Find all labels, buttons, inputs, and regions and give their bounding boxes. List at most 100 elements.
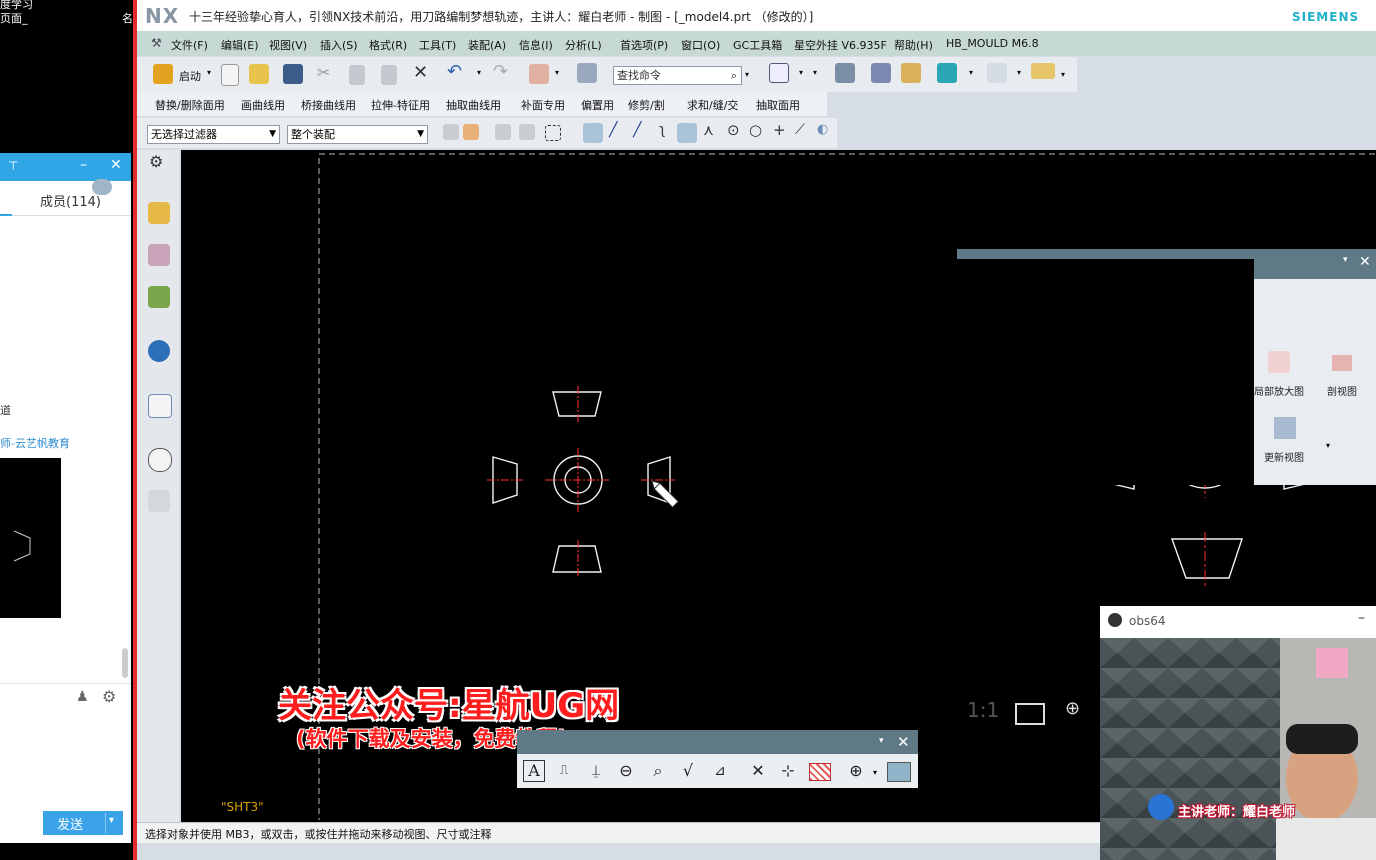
minimize-icon[interactable]: – <box>1358 610 1365 626</box>
layer-settings-icon[interactable] <box>835 63 855 83</box>
menu-icon[interactable]: ⚒ <box>151 36 162 50</box>
chevron-down-icon[interactable]: ▾ <box>813 68 817 77</box>
chevron-down-icon[interactable]: ▾ <box>1343 255 1348 265</box>
paste-icon[interactable] <box>381 65 397 85</box>
tb-unite[interactable]: 求和/缝/交 <box>687 97 738 113</box>
send-button[interactable]: 发送 ▾ <box>43 811 123 835</box>
wcs-icon[interactable] <box>987 63 1007 83</box>
chevron-down-icon[interactable]: ▾ <box>1061 70 1065 79</box>
menu-insert[interactable]: 插入(S) <box>320 37 358 53</box>
menu-gc-toolbox[interactable]: GC工具箱 <box>733 37 782 53</box>
fit-icon[interactable] <box>1015 703 1045 725</box>
section-view-label[interactable]: 剖视图 <box>1327 383 1357 398</box>
start-label[interactable]: 启动 <box>179 68 201 84</box>
fit-view-icon[interactable] <box>769 63 789 83</box>
snap-curve-icon[interactable]: ʅ <box>659 122 665 138</box>
balloon-icon[interactable]: ⌕ <box>647 760 669 782</box>
datum-target-icon[interactable]: ⊖ <box>615 760 637 782</box>
reuse-library-icon[interactable] <box>148 286 170 308</box>
chevron-down-icon[interactable]: ▾ <box>873 768 877 777</box>
palette-icon[interactable] <box>901 63 921 83</box>
centerline-icon[interactable]: ✕ <box>747 760 769 782</box>
menu-hb-mould[interactable]: HB_MOULD M6.8 <box>946 37 1039 50</box>
menu-window[interactable]: 窗口(O) <box>681 37 720 53</box>
tb-draw-curve[interactable]: 画曲线用 <box>241 97 285 113</box>
snap-bound-icon[interactable]: ◐ <box>817 122 828 137</box>
new-file-icon[interactable] <box>221 64 239 86</box>
menu-assembly[interactable]: 装配(A) <box>468 37 506 53</box>
menu-preferences[interactable]: 首选项(P) <box>620 37 668 53</box>
user-settings-icon[interactable]: ♟ <box>76 689 89 705</box>
members-tab[interactable]: 成员(114) <box>0 183 131 216</box>
assembly-filter-select[interactable]: 整个装配 ▼ <box>287 125 428 144</box>
menu-analysis[interactable]: 分析(L) <box>565 37 602 53</box>
menu-view[interactable]: 视图(V) <box>269 37 307 53</box>
zoom-icon[interactable]: ⊕ <box>1065 698 1080 719</box>
chat-scrollbar[interactable] <box>122 648 128 678</box>
symmetric-centerline-icon[interactable]: ⊹ <box>777 760 799 782</box>
select-tool-icon[interactable] <box>443 124 459 140</box>
detail-view-icon[interactable] <box>1268 351 1290 373</box>
cut-icon[interactable]: ✂ <box>317 63 330 82</box>
snap-quadrant-icon[interactable]: ○ <box>749 121 762 139</box>
pin-icon[interactable]: ⊤ <box>8 159 18 173</box>
note-icon[interactable]: A <box>523 760 545 782</box>
copy-icon[interactable] <box>349 65 365 85</box>
chevron-down-icon[interactable]: ▾ <box>969 68 973 77</box>
datum-feature-icon[interactable]: ⍊ <box>585 760 607 782</box>
snap-onpoint-icon[interactable]: ⟋ <box>795 122 805 138</box>
command-finder-icon[interactable] <box>577 63 597 83</box>
snap-point-icon[interactable]: + <box>773 121 786 139</box>
update-view-icon[interactable] <box>1274 417 1296 439</box>
tb-bridge-curve[interactable]: 桥接曲线用 <box>301 97 356 113</box>
part-navigator-icon[interactable] <box>148 202 170 224</box>
command-search-input[interactable]: 查找命令 ⌕ <box>613 66 742 85</box>
start-icon[interactable] <box>153 64 173 84</box>
assembly-navigator-icon[interactable] <box>148 244 170 266</box>
update-view-label[interactable]: 更新视图 <box>1264 449 1304 464</box>
snap-tangent-icon[interactable]: ⋏ <box>703 121 714 139</box>
detail-view-label[interactable]: 局部放大图 <box>1254 383 1304 398</box>
chevron-down-icon[interactable]: ▾ <box>207 68 211 77</box>
chevron-down-icon[interactable]: ▾ <box>477 68 481 77</box>
menu-format[interactable]: 格式(R) <box>369 37 407 53</box>
tb-extrude-feature[interactable]: 拉伸-特征用 <box>371 97 430 113</box>
close-icon[interactable]: ✕ <box>110 157 122 173</box>
select-face-icon[interactable] <box>519 124 535 140</box>
tb-patch-surface[interactable]: 补面专用 <box>521 97 565 113</box>
chevron-down-icon[interactable]: ▾ <box>745 70 749 79</box>
weld-symbol-icon[interactable]: ⊿ <box>709 760 731 782</box>
tb-replace-face[interactable]: 替换/删除面用 <box>155 97 225 113</box>
close-icon[interactable]: ✕ <box>897 733 910 751</box>
gear-icon[interactable]: ⚙ <box>149 152 163 171</box>
clock-icon[interactable] <box>148 448 172 472</box>
chevron-down-icon[interactable]: ▾ <box>109 815 114 826</box>
snap-midpoint-icon[interactable]: ╱ <box>633 122 641 138</box>
tb-offset[interactable]: 偏置用 <box>581 97 614 113</box>
edit-object-display-icon[interactable] <box>529 64 549 84</box>
select-feature-icon[interactable] <box>463 124 479 140</box>
measure-icon[interactable] <box>1031 63 1055 79</box>
webcam-video[interactable]: 主讲老师：耀白老师 <box>1100 638 1376 860</box>
surface-finish-icon[interactable]: √ <box>677 760 699 782</box>
chevron-down-icon[interactable]: ▾ <box>1326 441 1330 450</box>
chevron-down-icon[interactable]: ▼ <box>417 126 424 143</box>
chevron-down-icon[interactable]: ▾ <box>799 68 803 77</box>
target-point-icon[interactable]: ⊕ <box>845 760 867 782</box>
feature-control-frame-icon[interactable]: ⎍ <box>553 760 575 782</box>
chat-sender[interactable]: 师-云艺帆教育 <box>0 435 70 451</box>
section-view-icon[interactable] <box>1332 355 1352 371</box>
tb-extract-face[interactable]: 抽取面用 <box>756 97 800 113</box>
snap-center-icon[interactable]: ⊙ <box>727 121 740 139</box>
select-body-icon[interactable] <box>495 124 511 140</box>
gear-icon[interactable]: ⚙ <box>102 687 116 706</box>
snap-intersection-icon[interactable] <box>677 123 697 143</box>
roles-icon[interactable] <box>148 490 170 512</box>
menu-file[interactable]: 文件(F) <box>171 37 208 53</box>
snap-endpoint-icon[interactable] <box>583 123 603 143</box>
chevron-down-icon[interactable]: ▼ <box>269 126 276 143</box>
undo-icon[interactable]: ↶ <box>447 61 462 82</box>
minimize-icon[interactable]: – <box>80 157 87 173</box>
rectangle-select-icon[interactable] <box>545 125 561 141</box>
edit-section-icon[interactable] <box>871 63 891 83</box>
